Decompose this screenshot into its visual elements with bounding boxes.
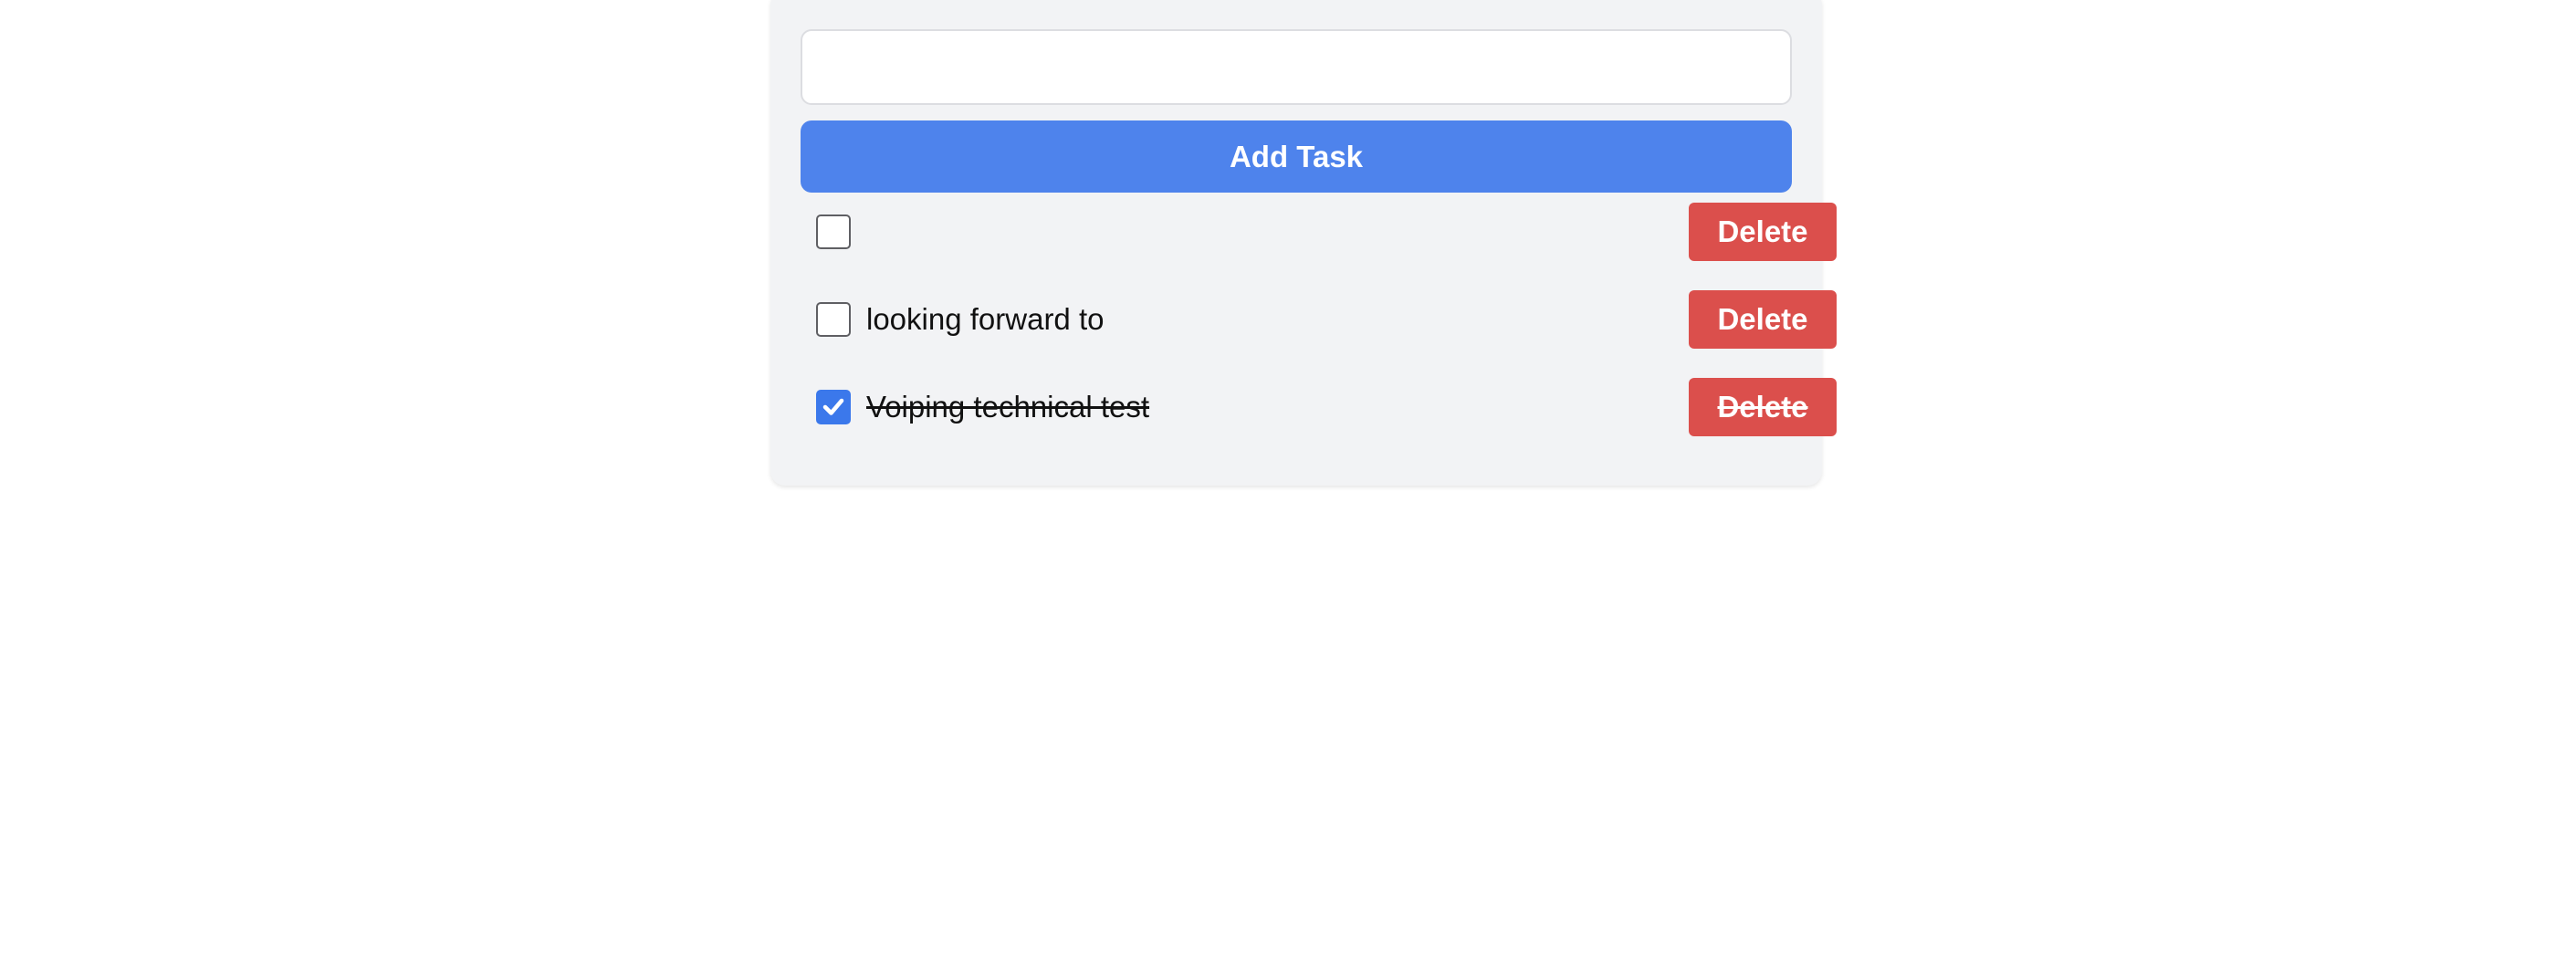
task-checkbox[interactable] <box>816 302 851 337</box>
todo-card: Add Task Delete looking forward to Delet… <box>770 0 1837 486</box>
task-checkbox[interactable] <box>816 214 851 249</box>
new-task-input[interactable] <box>801 29 1792 105</box>
task-item: looking forward to Delete <box>801 290 1837 349</box>
add-task-button[interactable]: Add Task <box>801 120 1792 193</box>
task-text: Voiping technical test <box>866 390 1150 424</box>
task-checkbox[interactable] <box>816 390 851 424</box>
delete-task-button[interactable]: Delete <box>1689 203 1837 261</box>
task-item: Voiping technical test Delete <box>801 378 1837 436</box>
checkmark-icon <box>822 398 844 415</box>
task-text: looking forward to <box>866 302 1105 336</box>
delete-task-button[interactable]: Delete <box>1689 378 1837 436</box>
task-item: Delete <box>801 203 1837 261</box>
delete-task-button[interactable]: Delete <box>1689 290 1837 349</box>
